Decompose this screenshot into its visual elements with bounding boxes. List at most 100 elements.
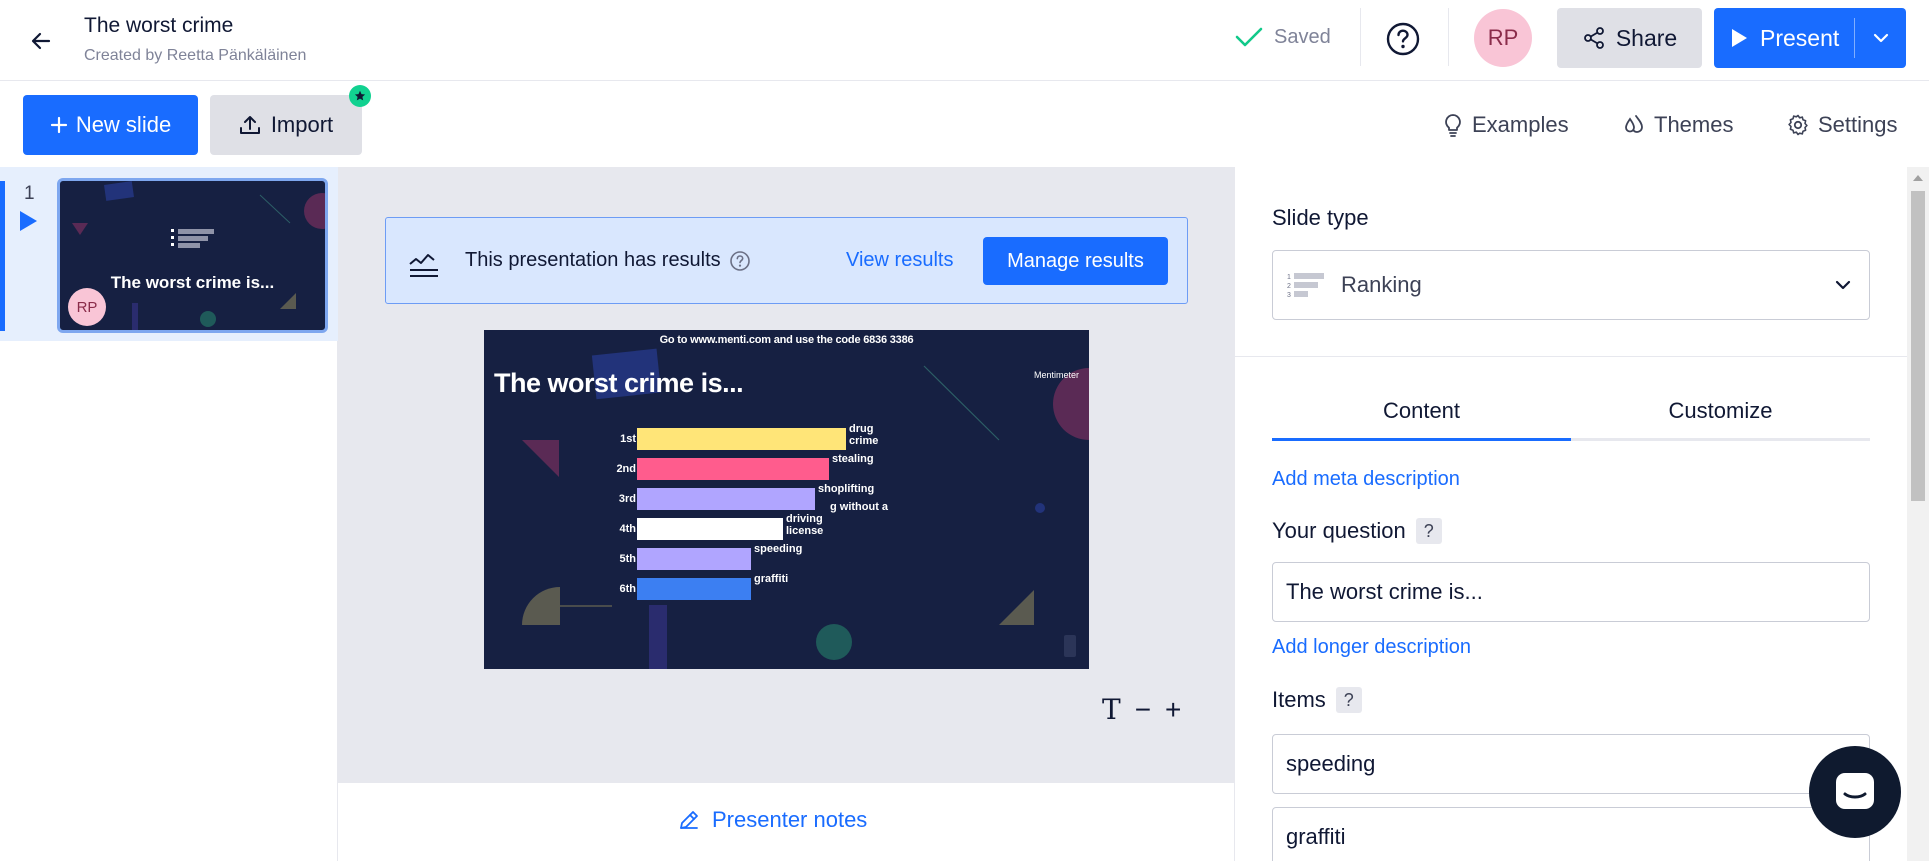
presenter-notes-button[interactable]: Presenter notes	[678, 807, 867, 833]
ranking-item-label: shoplifting	[818, 483, 875, 495]
present-button[interactable]: Present	[1714, 8, 1906, 68]
ranking-item-label: drug crime	[849, 423, 879, 447]
ranking-bar	[637, 548, 751, 570]
slide-type-select[interactable]: 1 2 3 Ranking	[1272, 250, 1870, 320]
text-size-tools: T − +	[1102, 693, 1181, 726]
question-circle-icon	[1386, 22, 1420, 56]
slide-canvas: This presentation has results View resul…	[338, 167, 1235, 783]
ranking-item-label: speeding	[754, 543, 803, 555]
droplets-icon	[1625, 115, 1643, 133]
saved-label: Saved	[1274, 25, 1331, 48]
presentation-title[interactable]: The worst crime	[84, 12, 306, 40]
import-label: Import	[270, 112, 334, 137]
ranking-position: 5th	[619, 553, 637, 565]
question-help-icon[interactable]: ?	[1415, 518, 1442, 544]
ranking-bar	[637, 428, 846, 450]
items-help-icon[interactable]: ?	[1335, 687, 1362, 713]
add-meta-description-link[interactable]: Add meta description	[1272, 468, 1460, 491]
star-badge-icon	[349, 85, 371, 107]
chevron-down-icon	[1873, 33, 1888, 43]
slide-thumbnail-title: The worst crime is...	[110, 273, 275, 292]
view-results-link[interactable]: View results	[846, 249, 953, 272]
settings-button[interactable]: Settings	[1786, 110, 1898, 140]
ranking-bar	[637, 578, 751, 600]
support-chat-button[interactable]	[1809, 746, 1901, 838]
themes-button[interactable]: Themes	[1622, 110, 1733, 140]
arrow-left-icon	[31, 32, 51, 50]
new-slide-label: New slide	[75, 112, 172, 137]
slide-list-item[interactable]: 1 The worst crime is... RP	[0, 167, 338, 341]
results-text: This presentation has results	[465, 249, 721, 271]
presenter-notes-label: Presenter notes	[712, 807, 868, 832]
slide-type-value: Ranking	[1341, 272, 1422, 297]
active-slide-indicator	[0, 181, 5, 331]
settings-label: Settings	[1818, 112, 1898, 137]
share-icon	[1583, 27, 1604, 49]
back-button[interactable]	[24, 24, 58, 58]
present-options-button[interactable]	[1855, 8, 1906, 68]
presenter-notes-bar: Presenter notes	[338, 783, 1235, 861]
panel-scrollbar[interactable]	[1907, 167, 1929, 861]
ranking-item-label: driving license	[786, 513, 824, 537]
slide-thumbnail[interactable]: The worst crime is... RP	[57, 178, 328, 333]
slide-author-avatar: RP	[68, 288, 106, 326]
svg-text:3: 3	[1287, 292, 1291, 299]
decrease-text-size-button[interactable]: −	[1135, 694, 1151, 726]
plus-icon	[50, 116, 67, 134]
examples-button[interactable]: Examples	[1442, 110, 1569, 140]
question-heading: Your question ?	[1272, 518, 1442, 544]
increase-text-size-button[interactable]: +	[1165, 694, 1181, 726]
manage-results-button[interactable]: Manage results	[983, 237, 1168, 285]
tab-customize[interactable]: Customize	[1571, 383, 1870, 438]
item-input[interactable]: graffiti	[1272, 807, 1870, 861]
tab-content[interactable]: Content	[1272, 383, 1571, 441]
add-longer-description-link[interactable]: Add longer description	[1272, 636, 1471, 659]
present-main-button[interactable]: Present	[1714, 8, 1854, 68]
question-label: Your question	[1272, 518, 1406, 543]
ranking-overflow-label: g without a	[830, 501, 889, 513]
play-icon	[1732, 29, 1747, 47]
ranking-icon: 1 2 3	[1287, 273, 1324, 299]
ranking-item-label: graffiti	[754, 573, 789, 585]
share-button[interactable]: Share	[1557, 8, 1702, 68]
presentation-author: Created by Reetta Pänkäläinen	[84, 47, 307, 64]
panel-divider	[1235, 356, 1907, 357]
ranking-position: 4th	[619, 523, 637, 535]
editor-toolbar: New slide Import Examples Themes Setting…	[0, 81, 1929, 167]
slide-type-label: Slide type	[1272, 205, 1369, 230]
ranking-position: 6th	[619, 583, 637, 595]
ranking-position: 3rd	[618, 493, 636, 505]
divider	[1448, 8, 1449, 66]
pencil-icon	[680, 811, 698, 829]
join-instructions: Go to www.menti.com and use the code 683…	[659, 334, 914, 346]
top-bar: The worst crime Created by Reetta Pänkäl…	[0, 0, 1929, 81]
presentation-title-block: The worst crime Created by Reetta Pänkäl…	[84, 12, 306, 66]
item-input[interactable]: speeding	[1272, 734, 1870, 794]
user-avatar[interactable]: RP	[1474, 9, 1532, 67]
import-button[interactable]: Import	[210, 95, 362, 155]
new-slide-button[interactable]: New slide	[23, 95, 198, 155]
items-heading: Items ?	[1272, 687, 1362, 713]
play-from-slide-icon[interactable]	[20, 211, 37, 231]
help-button[interactable]	[1384, 20, 1422, 58]
lightbulb-icon	[1445, 114, 1461, 137]
ranking-bar	[637, 488, 815, 510]
ranking-item-label: stealing	[832, 453, 874, 465]
present-label: Present	[1760, 24, 1840, 51]
slide-settings-panel: Slide type 1 2 3 Ranking Content Customize…	[1235, 167, 1907, 861]
scrollbar-thumb[interactable]	[1911, 191, 1925, 501]
share-label: Share	[1615, 24, 1678, 51]
check-icon	[1235, 27, 1263, 47]
question-input[interactable]: The worst crime is...	[1272, 562, 1870, 622]
scroll-up-arrow[interactable]	[1913, 175, 1923, 181]
results-banner: This presentation has results View resul…	[385, 217, 1188, 304]
svg-text:2: 2	[1287, 283, 1291, 290]
chat-icon	[1836, 773, 1874, 809]
chart-line-icon	[409, 254, 438, 277]
slide-preview[interactable]: Go to www.menti.com and use the code 683…	[484, 330, 1089, 669]
divider	[1360, 8, 1361, 66]
question-circle-icon[interactable]	[729, 250, 751, 272]
upload-icon	[239, 116, 260, 134]
text-size-icon: T	[1102, 693, 1121, 726]
ranking-bar	[637, 518, 783, 540]
